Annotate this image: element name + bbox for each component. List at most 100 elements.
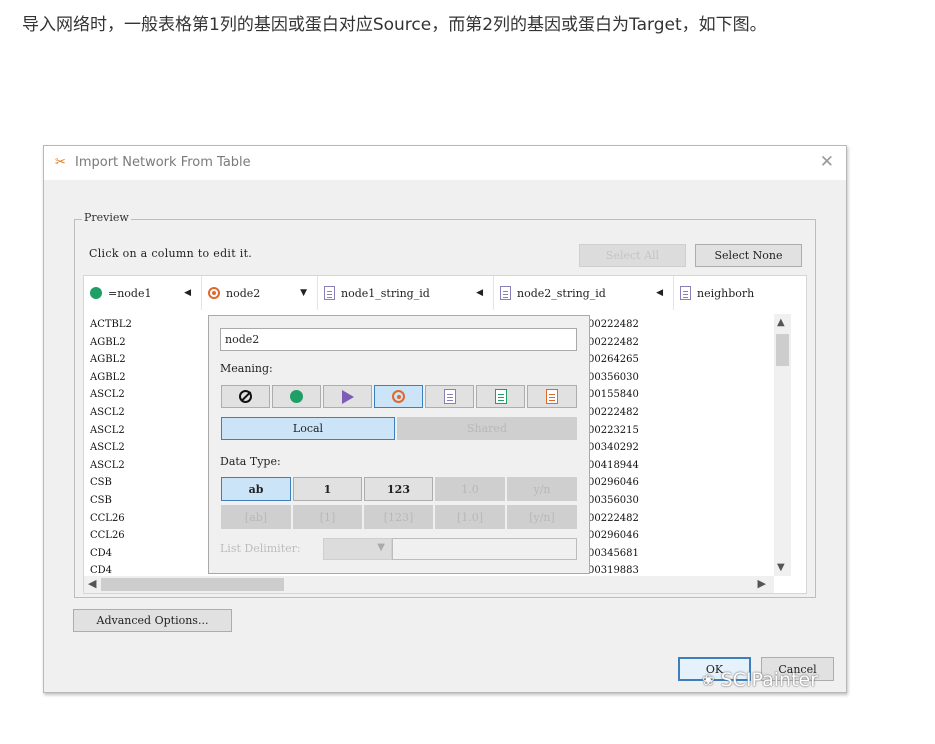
type-integer-list-button[interactable]: [1]: [293, 505, 362, 529]
table-cell: ACTBL2: [90, 319, 132, 330]
table-cell: 00155840: [588, 389, 639, 401]
edge-attr-icon: [494, 389, 507, 404]
column-header-label: neighborh: [697, 286, 755, 300]
data-type-label: Data Type:: [220, 455, 281, 468]
vertical-scroll-thumb[interactable]: [776, 334, 789, 366]
type-long-list-button[interactable]: [123]: [364, 505, 433, 529]
table-cell: ASCL2: [90, 389, 125, 401]
document-icon: [324, 286, 335, 300]
table-cell: 00418944: [588, 459, 639, 471]
type-integer-button[interactable]: 1: [293, 477, 362, 501]
column-menu-arrow-icon[interactable]: ◀: [184, 288, 191, 298]
close-icon[interactable]: ✕: [820, 152, 834, 172]
meaning-none-button[interactable]: [221, 385, 270, 408]
type-double-button[interactable]: 1.0: [435, 477, 505, 501]
list-delimiter-label: List Delimiter:: [220, 542, 301, 555]
table-cell: ASCL2: [90, 459, 125, 471]
table-cell: 00264265: [588, 354, 639, 366]
table-cell: 00222482: [588, 319, 639, 330]
meaning-target-attribute-button[interactable]: [527, 385, 577, 408]
table-cell: 00356030: [588, 494, 639, 506]
table-cell: 00222482: [588, 406, 639, 418]
type-string-button[interactable]: ab: [221, 477, 291, 501]
advanced-options-button[interactable]: Advanced Options...: [73, 609, 232, 632]
watermark: ❀ SCIPainter: [702, 669, 818, 691]
column-header-label: node2: [226, 286, 261, 300]
table-cell: CD4: [90, 547, 113, 559]
shared-button[interactable]: Shared: [397, 417, 577, 440]
dialog-titlebar: ✂ Import Network From Table ✕: [44, 146, 846, 180]
type-long-button[interactable]: 123: [364, 477, 433, 501]
target-node-icon: [208, 287, 220, 299]
import-network-dialog: ✂ Import Network From Table ✕ Preview Cl…: [43, 145, 847, 693]
column-header-node2[interactable]: node2 ▼: [202, 276, 318, 310]
column-header-neighborhood[interactable]: neighborh: [674, 276, 806, 310]
type-boolean-list-button[interactable]: [y/n]: [507, 505, 577, 529]
scroll-down-icon[interactable]: ▼: [777, 562, 785, 573]
column-header-label: node2_string_id: [517, 286, 606, 300]
scroll-up-icon[interactable]: ▲: [777, 317, 785, 328]
preview-group: Preview Click on a column to edit it. Se…: [74, 211, 816, 598]
article-paragraph: 导入网络时，一般表格第1列的基因或蛋白对应Source，而第2列的基因或蛋白为T…: [22, 15, 767, 35]
meaning-target-button[interactable]: [374, 385, 423, 408]
table-cell: CSB: [90, 477, 112, 489]
watermark-text: SCIPainter: [720, 669, 819, 691]
table-cell: 00223215: [588, 424, 639, 436]
preview-legend: Preview: [82, 211, 131, 224]
table-cell: 00222482: [588, 512, 639, 524]
source-attr-icon: [443, 389, 456, 404]
scroll-left-icon[interactable]: ◀: [88, 577, 96, 590]
preview-table: =node1 ◀ node2 ▼ node1_string_id ◀ node2…: [83, 275, 807, 594]
wechat-icon: ❀: [702, 671, 715, 689]
meaning-source-button[interactable]: [272, 385, 321, 408]
column-editor-popup: node2 Meaning: Local Shared Data Type: a…: [208, 315, 590, 574]
table-cell: AGBL2: [90, 354, 126, 366]
node2-string-id-column-values: 00222482 00222482 00264265 00356030 00155840…: [588, 316, 639, 580]
source-node-icon: [90, 287, 102, 299]
document-icon: [500, 286, 511, 300]
table-cell: ASCL2: [90, 424, 125, 436]
table-cell: AGBL2: [90, 371, 126, 383]
list-delimiter-input[interactable]: [392, 538, 577, 560]
chevron-down-icon: ▼: [377, 542, 385, 553]
table-cell: 00296046: [588, 530, 639, 542]
table-cell: CCL26: [90, 512, 125, 524]
column-header-label: node1_string_id: [341, 286, 430, 300]
document-icon: [680, 286, 691, 300]
preview-hint: Click on a column to edit it.: [89, 247, 253, 260]
meaning-edge-attribute-button[interactable]: [476, 385, 525, 408]
type-double-list-button[interactable]: [1.0]: [435, 505, 505, 529]
column-header-label: =node1: [108, 286, 152, 300]
local-button[interactable]: Local: [221, 417, 395, 440]
none-icon: [239, 390, 252, 403]
type-boolean-button[interactable]: y/n: [507, 477, 577, 501]
meaning-label: Meaning:: [220, 362, 273, 375]
column-menu-arrow-icon[interactable]: ▼: [300, 288, 307, 298]
table-cell: 00345681: [588, 547, 639, 559]
list-delimiter-select[interactable]: ▼: [323, 538, 392, 560]
table-cell: 00340292: [588, 442, 639, 454]
meaning-interaction-button[interactable]: [323, 385, 372, 408]
column-header-node2-string-id[interactable]: node2_string_id ◀: [494, 276, 674, 310]
select-all-button[interactable]: Select All: [579, 244, 686, 267]
horizontal-scrollbar[interactable]: ◀ ▶: [84, 576, 774, 593]
table-cell: 00356030: [588, 371, 639, 383]
table-cell: 00296046: [588, 477, 639, 489]
column-name-input[interactable]: node2: [220, 328, 577, 351]
target-node-icon: [392, 390, 405, 403]
table-cell: ASCL2: [90, 406, 125, 418]
column-menu-arrow-icon[interactable]: ◀: [656, 288, 663, 298]
table-cell: CSB: [90, 494, 112, 506]
interaction-icon: [341, 389, 354, 404]
vertical-scrollbar[interactable]: ▲ ▼: [774, 314, 791, 576]
column-header-node1-string-id[interactable]: node1_string_id ◀: [318, 276, 494, 310]
type-string-list-button[interactable]: [ab]: [221, 505, 291, 529]
meaning-source-attribute-button[interactable]: [425, 385, 474, 408]
scroll-right-icon[interactable]: ▶: [758, 577, 766, 590]
dialog-title: Import Network From Table: [75, 155, 251, 170]
column-menu-arrow-icon[interactable]: ◀: [476, 288, 483, 298]
select-none-button[interactable]: Select None: [695, 244, 802, 267]
column-header-node1[interactable]: =node1 ◀: [84, 276, 202, 310]
horizontal-scroll-thumb[interactable]: [101, 578, 284, 591]
table-cell: CCL26: [90, 530, 125, 542]
